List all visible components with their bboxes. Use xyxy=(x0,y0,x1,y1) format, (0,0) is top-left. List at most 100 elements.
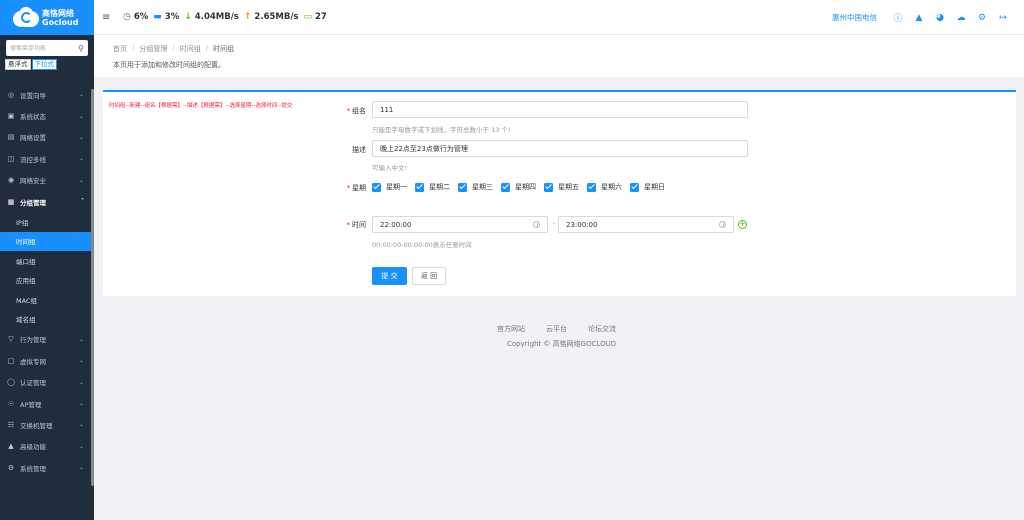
brand-name-cn: 高恪网络 xyxy=(42,8,74,18)
chevron-up-icon: ˄ xyxy=(81,198,84,206)
back-button[interactable]: 返 回 xyxy=(412,267,446,285)
checkbox-checked-icon[interactable] xyxy=(415,182,424,192)
devices-value: 27 xyxy=(315,12,327,22)
sidebar-item-ap[interactable]: ☉ AP管理 ⌄ xyxy=(0,393,94,414)
ap-icon: ☉ xyxy=(7,399,15,408)
checkbox-checked-icon[interactable] xyxy=(587,182,596,192)
sidebar-item-behavior[interactable]: ▽ 行为管理 ⌄ xyxy=(0,329,94,350)
footer-link-forum[interactable]: 论坛交流 xyxy=(588,324,616,334)
weekday-monday[interactable]: 星期一 xyxy=(372,182,407,192)
mode-dropdown-button[interactable]: 下拉式 xyxy=(31,59,57,70)
footer-link-official-site[interactable]: 官方网站 xyxy=(497,324,525,334)
sidebar-item-switch[interactable]: ☷ 交换机管理 ⌄ xyxy=(0,414,94,435)
filter-icon: ▽ xyxy=(8,335,14,344)
menu-toggle-icon[interactable]: ≡ xyxy=(102,12,116,23)
isp-link[interactable]: 惠州中国电信 xyxy=(832,12,877,23)
breadcrumb-time-group[interactable]: 时间组 xyxy=(180,44,201,54)
name-input[interactable]: 111 xyxy=(372,101,748,118)
sidebar-item-flow-control[interactable]: ◫ 流控多线 ⌄ xyxy=(0,148,94,169)
info-icon[interactable]: ⓘ xyxy=(893,11,903,24)
instruction-hint: 时间组--新建--组名【根据需】--描述【根据需】--选择星期--选择时间--提… xyxy=(109,103,293,109)
globe-icon[interactable]: ◕ xyxy=(935,13,945,23)
time-end-picker[interactable]: 23:00:00 xyxy=(558,216,734,233)
breadcrumb-home[interactable]: 首页 xyxy=(113,44,127,54)
sidebar-subitem-ip-group[interactable]: IP组 xyxy=(0,212,94,232)
footer-links: 官方网站 云平台 论坛交流 xyxy=(497,324,616,334)
mode-floating-button[interactable]: 悬浮式 xyxy=(5,59,31,70)
menu-mode-switch: 悬浮式 下拉式 xyxy=(5,59,94,70)
sidebar-item-label: 流控多线 xyxy=(20,155,46,164)
cloud-logo-icon xyxy=(13,6,39,29)
weekday-friday[interactable]: 星期五 xyxy=(544,182,579,192)
add-time-range-icon[interactable]: + xyxy=(738,220,747,229)
upload-value: 2.65MB/s xyxy=(254,12,299,22)
sidebar-subitem-domain-group[interactable]: 域名组 xyxy=(0,309,94,329)
submit-button[interactable]: 提 交 xyxy=(372,267,407,285)
settings-icon[interactable]: ⚙ xyxy=(977,13,987,23)
checkbox-checked-icon[interactable] xyxy=(372,182,381,192)
time-end-value: 23:00:00 xyxy=(566,220,598,229)
footer-link-cloud-platform[interactable]: 云平台 xyxy=(546,324,567,334)
devices-stat: ▭ 27 xyxy=(304,12,327,22)
sidebar-item-auth[interactable]: ◯ 认证管理 ⌄ xyxy=(0,371,94,392)
sidebar-item-group-management[interactable]: ▦ 分组管理 ˄ xyxy=(0,191,94,212)
weekday-thursday[interactable]: 星期四 xyxy=(501,182,536,192)
chevron-down-icon: ⌄ xyxy=(78,378,84,386)
upload-stat: ↑ 2.65MB/s xyxy=(244,12,299,22)
time-group-form-card: 时间组--新建--组名【根据需】--描述【根据需】--选择星期--选择时间--提… xyxy=(103,90,1016,296)
breadcrumb-group-management[interactable]: 分组管理 xyxy=(139,44,167,54)
sidebar-item-system-management[interactable]: ⚙ 系统管理 ⌄ xyxy=(0,457,94,478)
logo[interactable]: 高恪网络 Gocloud xyxy=(0,0,94,35)
cloud-upload-icon[interactable]: ☁ xyxy=(956,13,966,23)
chevron-down-icon: ⌄ xyxy=(78,421,84,429)
sidebar-item-label: 高级功能 xyxy=(20,443,46,452)
sidebar-subitem-port-group[interactable]: 端口组 xyxy=(0,251,94,271)
menu-search[interactable]: ⚲ xyxy=(6,40,88,56)
weekday-label: * 星期 xyxy=(346,184,367,192)
breadcrumb-separator: / xyxy=(172,44,175,52)
sidebar-item-network-security[interactable]: ◉ 网络安全 ⌄ xyxy=(0,170,94,191)
checkbox-checked-icon[interactable] xyxy=(501,182,510,192)
logout-icon[interactable]: ↦ xyxy=(998,13,1008,23)
cpu-stat: ◷ 6% xyxy=(123,12,148,22)
sidebar-item-label: 交换机管理 xyxy=(20,421,53,430)
copyright: Copyright © 高恪网络GOCLOUD xyxy=(507,340,617,348)
breadcrumb-separator: / xyxy=(205,44,209,52)
sidebar-item-system-status[interactable]: ▣ 系统状态 ⌄ xyxy=(0,105,94,126)
sidebar-nav: ◎ 设置向导 ⌄ ▣ 系统状态 ⌄ ▤ 网络设置 ⌄ ◫ 流控多线 ⌄ ◉ 网络… xyxy=(0,84,94,478)
sidebar-item-advanced[interactable]: ▲ 高级功能 ⌄ xyxy=(0,436,94,457)
arrow-up-icon: ↑ xyxy=(243,12,252,22)
weekday-wednesday[interactable]: 星期三 xyxy=(458,182,493,192)
time-start-picker[interactable]: 22:00:00 xyxy=(372,216,548,233)
weekday-saturday[interactable]: 星期六 xyxy=(587,182,622,192)
sidebar-item-label: 行为管理 xyxy=(20,336,46,345)
sidebar-item-wizard[interactable]: ◎ 设置向导 ⌄ xyxy=(0,84,94,105)
group-icon: ▦ xyxy=(7,197,15,206)
sidebar-scrollbar[interactable] xyxy=(91,89,94,486)
sidebar-item-label: 网络设置 xyxy=(20,134,46,143)
sidebar-subitem-mac-group[interactable]: MAC组 xyxy=(0,289,94,310)
chevron-down-icon: ⌄ xyxy=(78,464,84,472)
chevron-down-icon: ⌄ xyxy=(78,400,84,408)
shield-icon: ◉ xyxy=(7,176,15,185)
sidebar-item-vpn[interactable]: □ 虚拟专网 ⌄ xyxy=(0,350,94,371)
checkbox-checked-icon[interactable] xyxy=(458,182,467,192)
checkbox-checked-icon[interactable] xyxy=(544,182,553,192)
search-icon[interactable]: ⚲ xyxy=(78,44,84,53)
clock-icon xyxy=(719,221,726,228)
checkbox-checked-icon[interactable] xyxy=(630,182,639,192)
sidebar-item-label: 网络安全 xyxy=(20,177,46,186)
advanced-icon: ▲ xyxy=(8,442,14,451)
chevron-down-icon: ⌄ xyxy=(78,133,84,141)
menu-search-input[interactable] xyxy=(10,44,70,52)
required-mark: * xyxy=(346,184,351,192)
sidebar-subitem-app-group[interactable]: 应用组 xyxy=(0,270,94,290)
description-input[interactable]: 晚上22点至23点做行为管理 xyxy=(372,140,748,157)
weekday-tuesday[interactable]: 星期二 xyxy=(415,182,450,192)
top-bar: ≡ ◷ 6% ▬ 3% ↓ 4.04MB/s ↑ 2.65MB/s ▭ 27 惠… xyxy=(94,0,1024,35)
description-label: 描述 xyxy=(352,146,366,154)
weekday-sunday[interactable]: 星期日 xyxy=(630,182,665,192)
shirt-icon[interactable]: ▲ xyxy=(914,13,924,23)
sidebar-subitem-time-group[interactable]: 时间组 xyxy=(0,231,94,252)
sidebar-item-network-settings[interactable]: ▤ 网络设置 ⌄ xyxy=(0,127,94,148)
